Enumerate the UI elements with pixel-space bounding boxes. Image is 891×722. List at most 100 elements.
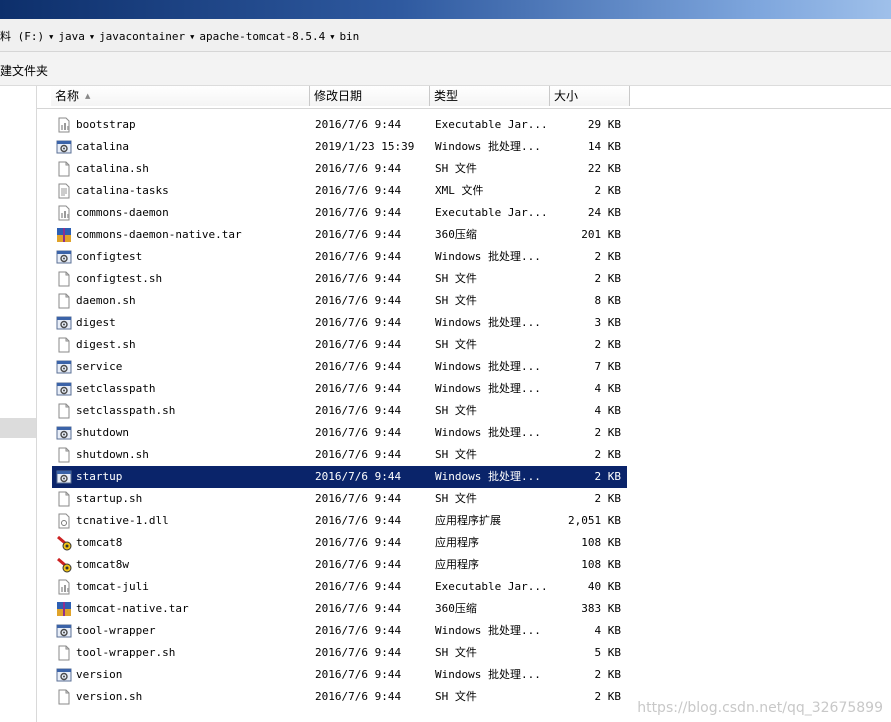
- file-row[interactable]: catalina 2019/1/23 15:39 Windows 批处理... 14 …: [52, 136, 627, 158]
- new-folder-button[interactable]: 建文件夹: [0, 62, 48, 79]
- file-row[interactable]: tool-wrapper 2016/7/6 9:44 Windows 批处理... 4…: [52, 620, 627, 642]
- file-icon: [56, 271, 72, 287]
- file-name: tomcat8: [76, 536, 123, 549]
- breadcrumb-java[interactable]: java: [58, 30, 85, 43]
- file-type: 应用程序扩展: [435, 514, 501, 527]
- batch-icon: [56, 667, 72, 683]
- file-icon: [56, 403, 72, 419]
- file-icon: [58, 491, 70, 507]
- batch-icon: [56, 316, 72, 330]
- file-type: SH 文件: [435, 404, 477, 417]
- breadcrumb-bin[interactable]: bin: [339, 30, 359, 43]
- file-row[interactable]: tomcat8 2016/7/6 9:44 应用程序 108 KB: [52, 532, 627, 554]
- file-type: SH 文件: [435, 448, 477, 461]
- batch-icon: [56, 139, 72, 155]
- file-name: commons-daemon: [76, 206, 169, 219]
- dll-icon: [58, 513, 70, 529]
- file-name: catalina.sh: [76, 162, 149, 175]
- column-header-name[interactable]: 名称 ▲: [51, 86, 310, 106]
- file-date-modified: 2016/7/6 9:44: [315, 580, 402, 593]
- address-bar[interactable]: 料 (F:) ▼ java ▼ javacontainer ▼ apache-tomcat-…: [0, 19, 891, 52]
- file-row[interactable]: commons-daemon-native.tar 2016/7/6 9:44 36…: [52, 224, 627, 246]
- batch-icon: [56, 624, 72, 638]
- file-row[interactable]: shutdown 2016/7/6 9:44 Windows 批处理... 2 KB: [52, 422, 627, 444]
- jar-icon: [58, 117, 70, 133]
- file-type: Windows 批处理...: [435, 470, 541, 483]
- file-type: Windows 批处理...: [435, 426, 541, 439]
- file-row[interactable]: setclasspath.sh 2016/7/6 9:44 SH 文件 4 KB: [52, 400, 627, 422]
- navigation-pane[interactable]: [0, 86, 37, 722]
- file-type: SH 文件: [435, 272, 477, 285]
- batch-icon: [56, 249, 72, 265]
- file-row[interactable]: tcnative-1.dll 2016/7/6 9:44 应用程序扩展 2,051 K…: [52, 510, 627, 532]
- jar-icon: [58, 205, 70, 221]
- file-type: SH 文件: [435, 162, 477, 175]
- file-icon: [56, 645, 72, 661]
- file-row[interactable]: digest 2016/7/6 9:44 Windows 批处理... 3 KB: [52, 312, 627, 334]
- batch-icon: [56, 140, 72, 154]
- file-type: 应用程序: [435, 558, 479, 571]
- file-row[interactable]: version 2016/7/6 9:44 Windows 批处理... 2 KB: [52, 664, 627, 686]
- file-date-modified: 2016/7/6 9:44: [315, 536, 402, 549]
- nav-selected-item[interactable]: [0, 418, 36, 438]
- column-header-row: 名称 ▲ 修改日期 类型 大小: [37, 86, 891, 109]
- file-type: Executable Jar...: [435, 206, 548, 219]
- file-type: Executable Jar...: [435, 118, 548, 131]
- archive-icon: [56, 601, 72, 617]
- file-name: shutdown.sh: [76, 448, 149, 461]
- file-row[interactable]: startup.sh 2016/7/6 9:44 SH 文件 2 KB: [52, 488, 627, 510]
- file-row[interactable]: tomcat-juli 2016/7/6 9:44 Executable Jar..…: [52, 576, 627, 598]
- chevron-down-icon[interactable]: ▼: [190, 33, 194, 41]
- breadcrumb: 料 (F:) ▼ java ▼ javacontainer ▼ apache-tomcat-…: [0, 28, 359, 44]
- file-row[interactable]: tomcat8w 2016/7/6 9:44 应用程序 108 KB: [52, 554, 627, 576]
- file-row[interactable]: setclasspath 2016/7/6 9:44 Windows 批处理... 4…: [52, 378, 627, 400]
- batch-icon: [56, 469, 72, 485]
- file-row[interactable]: tomcat-native.tar 2016/7/6 9:44 360压缩 383 K…: [52, 598, 627, 620]
- file-row[interactable]: startup 2016/7/6 9:44 Windows 批处理... 2 KB: [52, 466, 627, 488]
- chevron-down-icon[interactable]: ▼: [49, 33, 53, 41]
- file-row[interactable]: daemon.sh 2016/7/6 9:44 SH 文件 8 KB: [52, 290, 627, 312]
- file-size: 24 KB: [587, 206, 621, 219]
- file-size: 4 KB: [594, 382, 622, 395]
- chevron-down-icon[interactable]: ▼: [330, 33, 334, 41]
- file-row[interactable]: digest.sh 2016/7/6 9:44 SH 文件 2 KB: [52, 334, 627, 356]
- file-row[interactable]: version.sh 2016/7/6 9:44 SH 文件 2 KB: [52, 686, 627, 708]
- file-icon: [56, 293, 72, 309]
- file-name: startup: [76, 470, 123, 483]
- breadcrumb-tomcat[interactable]: apache-tomcat-8.5.4: [199, 30, 325, 43]
- file-row[interactable]: commons-daemon 2016/7/6 9:44 Executable Ja…: [52, 202, 627, 224]
- file-type: XML 文件: [435, 184, 484, 197]
- column-header-size[interactable]: 大小: [550, 86, 630, 106]
- column-header-type[interactable]: 类型: [430, 86, 550, 106]
- file-row[interactable]: configtest.sh 2016/7/6 9:44 SH 文件 2 KB: [52, 268, 627, 290]
- chevron-down-icon[interactable]: ▼: [90, 33, 94, 41]
- file-size: 29 KB: [587, 118, 621, 131]
- file-size: 383 KB: [581, 602, 621, 615]
- file-size: 40 KB: [587, 580, 621, 593]
- file-date-modified: 2016/7/6 9:44: [315, 558, 402, 571]
- file-name: shutdown: [76, 426, 129, 439]
- breadcrumb-javacontainer[interactable]: javacontainer: [99, 30, 185, 43]
- column-header-date[interactable]: 修改日期: [310, 86, 430, 106]
- file-row[interactable]: configtest 2016/7/6 9:44 Windows 批处理... 2 K…: [52, 246, 627, 268]
- file-date-modified: 2016/7/6 9:44: [315, 602, 402, 615]
- file-row[interactable]: bootstrap 2016/7/6 9:44 Executable Jar... 2…: [52, 114, 627, 136]
- file-type: 360压缩: [435, 228, 477, 241]
- file-name: bootstrap: [76, 118, 136, 131]
- file-date-modified: 2016/7/6 9:44: [315, 338, 402, 351]
- file-row[interactable]: catalina.sh 2016/7/6 9:44 SH 文件 22 KB: [52, 158, 627, 180]
- file-date-modified: 2016/7/6 9:44: [315, 690, 402, 703]
- file-size: 4 KB: [594, 404, 622, 417]
- file-size: 2 KB: [594, 426, 622, 439]
- file-row[interactable]: tool-wrapper.sh 2016/7/6 9:44 SH 文件 5 KB: [52, 642, 627, 664]
- file-size: 2 KB: [594, 690, 622, 703]
- file-date-modified: 2019/1/23 15:39: [315, 140, 415, 153]
- breadcrumb-drive[interactable]: 料 (F:): [0, 28, 44, 44]
- file-row[interactable]: catalina-tasks 2016/7/6 9:44 XML 文件 2 KB: [52, 180, 627, 202]
- file-row[interactable]: service 2016/7/6 9:44 Windows 批处理... 7 KB: [52, 356, 627, 378]
- file-icon: [58, 689, 70, 705]
- file-size: 2 KB: [594, 448, 622, 461]
- file-row[interactable]: shutdown.sh 2016/7/6 9:44 SH 文件 2 KB: [52, 444, 627, 466]
- file-name: digest.sh: [76, 338, 136, 351]
- file-size: 22 KB: [587, 162, 621, 175]
